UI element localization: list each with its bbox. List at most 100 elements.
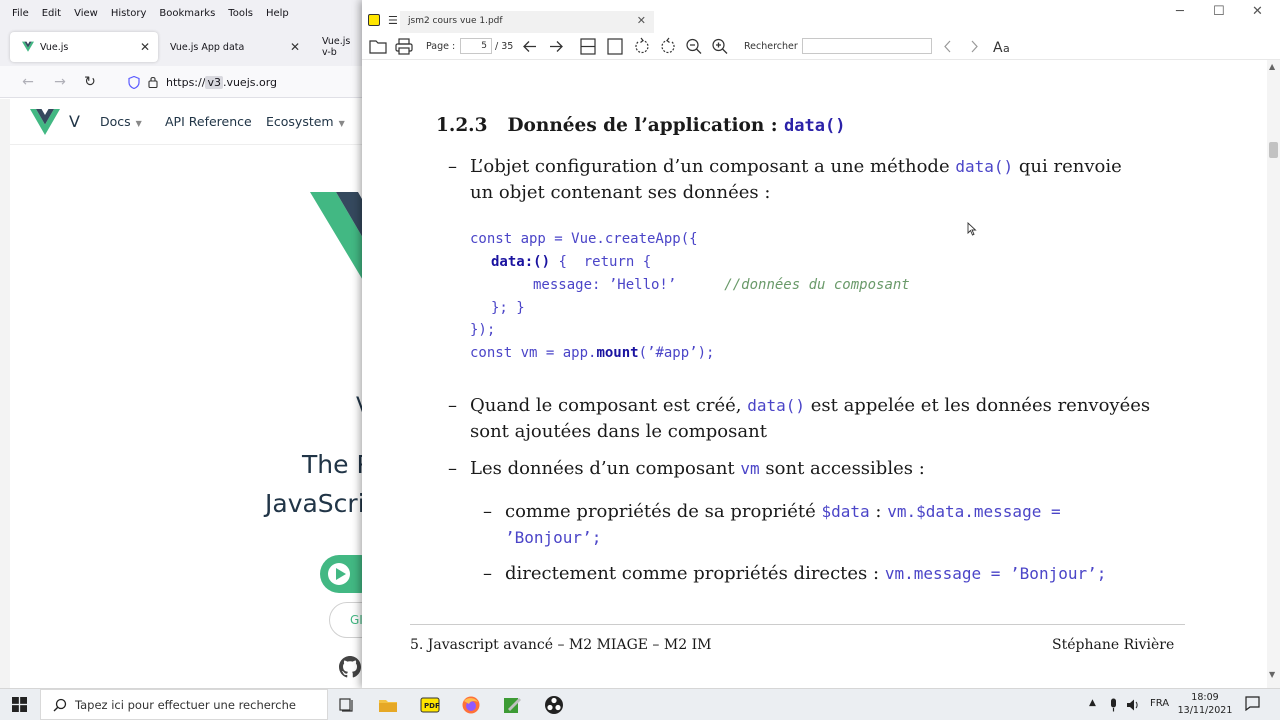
code-mount-arg: (’#app’); — [638, 345, 715, 361]
close-window-icon[interactable]: ✕ — [1252, 4, 1263, 19]
code-keyword-mount: mount — [596, 345, 639, 361]
zoom-out-icon[interactable] — [684, 37, 704, 56]
firefox-icon[interactable] — [461, 695, 481, 715]
zoom-in-icon[interactable] — [710, 37, 730, 56]
browser-tab-vuejs[interactable]: Vue.js ✕ — [10, 32, 158, 62]
open-folder-icon[interactable] — [368, 37, 388, 56]
code-line-6: const vm = app.mount(’#app’); — [470, 345, 714, 361]
vertical-scrollbar[interactable]: ▲ ▼ — [1267, 60, 1280, 688]
bullet1-line1: L’objet configuration d’un composant a u… — [470, 156, 1122, 177]
taskbar-search-box[interactable]: Tapez ici pour effectuer une recherche — [40, 689, 328, 720]
sub1-code-assign: vm.$data.message = — [887, 502, 1061, 521]
section-title-code: data() — [784, 116, 846, 136]
back-arrow-icon[interactable]: ← — [18, 72, 38, 92]
find-previous-icon[interactable] — [938, 37, 958, 56]
text-editor-icon[interactable] — [502, 695, 522, 715]
sub1-code-data: $data — [821, 502, 870, 521]
page-total: / 35 — [495, 41, 514, 52]
scroll-down-icon[interactable]: ▼ — [1269, 670, 1275, 679]
menu-view[interactable]: View — [74, 8, 98, 19]
search-icon — [53, 698, 67, 711]
menu-history[interactable]: History — [111, 8, 147, 19]
sub-bullet1-line2: ’Bonjour’; — [505, 528, 602, 547]
code-const-vm: const vm = app. — [470, 345, 597, 361]
forward-arrow-icon[interactable]: → — [50, 72, 70, 92]
minimize-icon[interactable]: ─ — [1176, 4, 1184, 19]
url-suffix: .vuejs.org — [222, 75, 278, 89]
bullet1-code: data() — [955, 157, 1014, 176]
bullet2-text-pre: Quand le composant est créé, — [470, 395, 742, 416]
section-number: 1.2.3 — [436, 115, 488, 136]
print-icon[interactable] — [394, 37, 414, 56]
menu-file[interactable]: File — [12, 8, 29, 19]
hamburger-menu-icon[interactable]: ☰ — [388, 14, 398, 27]
obs-studio-icon[interactable] — [544, 695, 564, 715]
tray-chevron-up-icon[interactable]: ▲ — [1089, 698, 1096, 708]
browser-tab-vuejs-app-data[interactable]: Vue.js App data ✕ — [158, 32, 308, 62]
vue-logo-icon[interactable] — [30, 109, 60, 135]
fit-page-icon[interactable] — [578, 37, 598, 56]
bullet1-text-post: qui renvoie — [1018, 156, 1122, 177]
reload-icon[interactable]: ↻ — [80, 72, 100, 92]
nav-api-reference[interactable]: API Reference — [165, 114, 252, 129]
bullet1-text-pre: L’objet configuration d’un composant a u… — [470, 156, 950, 177]
pdf-page: 1.2.3 Données de l’application : data() –… — [362, 60, 1267, 688]
github-icon[interactable] — [339, 656, 361, 678]
bullet3-line1: Les données d’un composant vm sont acces… — [470, 458, 925, 479]
bullet3-code: vm — [740, 459, 760, 478]
sumatra-pdf-icon[interactable]: PDF — [420, 695, 440, 715]
bullet-dash: – — [448, 156, 457, 177]
fit-width-icon[interactable] — [605, 37, 625, 56]
notification-center-icon[interactable] — [1245, 696, 1260, 711]
code-line-4: }; } — [491, 300, 525, 316]
lock-icon[interactable] — [148, 76, 158, 88]
sumatra-app-icon — [368, 14, 380, 26]
file-explorer-icon[interactable] — [378, 695, 398, 715]
search-input[interactable] — [802, 38, 932, 54]
menu-help[interactable]: Help — [266, 8, 289, 19]
rotate-left-icon[interactable] — [632, 37, 652, 56]
previous-page-icon[interactable] — [520, 37, 540, 56]
microphone-icon[interactable] — [1109, 698, 1118, 712]
code-message: message: ’Hello!’ — [533, 277, 677, 293]
browser-tab-vuejs-vbind[interactable]: Vue.js v-b — [310, 32, 362, 62]
page-number-input[interactable]: 5 — [460, 38, 492, 54]
pdf-tab-title: jsm2 cours vue 1.pdf — [408, 16, 503, 26]
next-page-icon[interactable] — [546, 37, 566, 56]
menu-bookmarks[interactable]: Bookmarks — [159, 8, 215, 19]
scrollbar-thumb[interactable] — [1269, 142, 1278, 158]
tab-title: Vue.js v-b — [322, 36, 351, 58]
menu-edit[interactable]: Edit — [42, 8, 61, 19]
find-next-icon[interactable] — [964, 37, 984, 56]
pdf-tab[interactable]: jsm2 cours vue 1.pdf ✕ — [400, 11, 654, 33]
svg-text:A: A — [993, 40, 1003, 56]
rotate-right-icon[interactable] — [658, 37, 678, 56]
speaker-icon[interactable] — [1126, 698, 1140, 712]
input-language[interactable]: FRA — [1150, 698, 1169, 709]
section-heading: 1.2.3 Données de l’application : data() — [436, 115, 845, 136]
page-label: Page : — [426, 41, 456, 52]
bullet1-line2: un objet contenant ses données : — [470, 182, 771, 203]
close-tab-icon[interactable]: ✕ — [290, 40, 300, 54]
bullet2-text-post: est appelée et les données renvoyées — [810, 395, 1151, 416]
vue-logo-text[interactable]: V — [69, 112, 80, 131]
svg-text:PDF: PDF — [424, 702, 440, 710]
nav-ecosystem[interactable]: Ecosystem ▼ — [266, 114, 345, 129]
match-case-icon[interactable]: Aa — [992, 37, 1016, 56]
scroll-up-icon[interactable]: ▲ — [1269, 62, 1275, 71]
footer-rule — [410, 624, 1185, 625]
bullet2-code: data() — [747, 396, 805, 415]
taskbar-search-placeholder: Tapez ici pour effectuer une recherche — [75, 697, 296, 712]
windows-start-icon[interactable] — [12, 697, 27, 712]
pdf-toolbar: Page : 5 / 35 Rechercher : Aa — [362, 33, 1280, 60]
nav-docs[interactable]: Docs ▼ — [100, 114, 142, 129]
code-line-2: data:() { return { — [491, 254, 651, 270]
close-tab-icon[interactable]: ✕ — [637, 14, 646, 27]
task-view-icon[interactable] — [337, 695, 357, 715]
close-tab-icon[interactable]: ✕ — [140, 40, 150, 54]
taskbar-clock[interactable]: 18:09 13/11/2021 — [1172, 691, 1238, 717]
shield-icon[interactable] — [128, 75, 140, 89]
menu-tools[interactable]: Tools — [228, 8, 253, 19]
sub1-text-pre: comme propriétés de sa propriété — [505, 501, 816, 522]
maximize-icon[interactable]: ☐ — [1213, 4, 1225, 19]
